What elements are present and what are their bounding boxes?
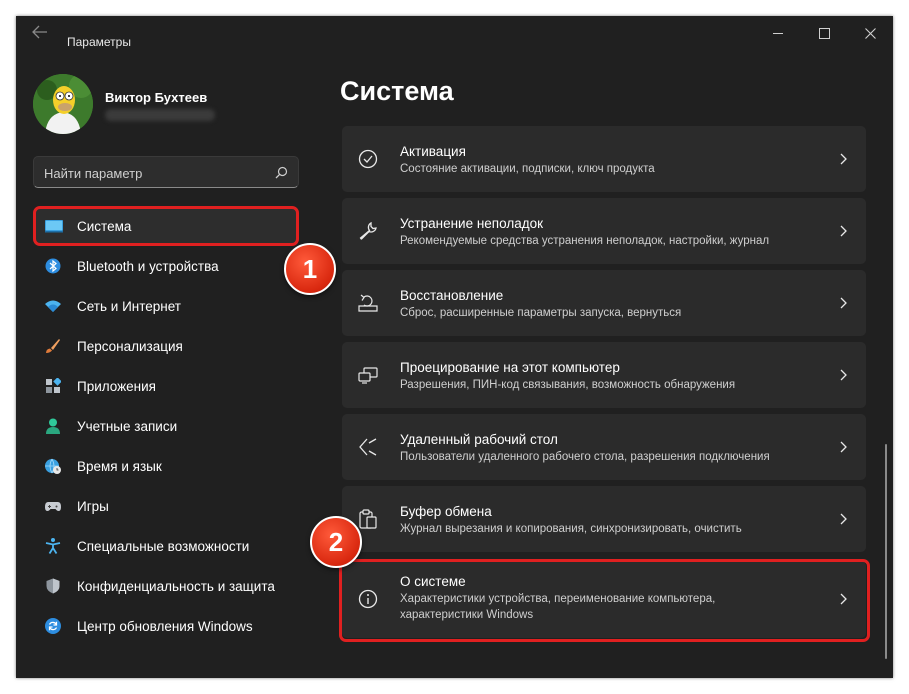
sidebar-item-label: Специальные возможности xyxy=(77,539,250,554)
profile-name: Виктор Бухтеев xyxy=(105,90,208,105)
card-recovery[interactable]: Восстановление Сброс, расширенные параме… xyxy=(342,270,866,336)
sidebar-item-label: Приложения xyxy=(77,379,156,394)
annotation-highlight-about xyxy=(339,559,870,642)
sidebar-item-apps[interactable]: Приложения xyxy=(33,368,299,404)
close-button[interactable] xyxy=(847,16,893,50)
check-circle-icon xyxy=(358,149,378,169)
sidebar-item-label: Конфиденциальность и защита xyxy=(77,579,275,594)
person-icon xyxy=(46,418,60,434)
close-icon xyxy=(864,27,876,39)
sidebar-item-bluetooth[interactable]: Bluetooth и устройства xyxy=(33,248,299,284)
bluetooth-icon xyxy=(45,258,61,274)
annotation-badge-2: 2 xyxy=(310,516,362,568)
settings-window: Параметры Виктор Бухтеев Найти параметр xyxy=(16,16,893,678)
chevron-right-icon xyxy=(840,369,847,381)
projection-icon xyxy=(358,367,378,384)
card-subtitle: Пользователи удаленного рабочего стола, … xyxy=(400,451,770,463)
sidebar-item-label: Bluetooth и устройства xyxy=(77,259,219,274)
card-subtitle: Журнал вырезания и копирования, синхрони… xyxy=(400,523,742,535)
remote-desktop-icon xyxy=(359,438,377,456)
maximize-button[interactable] xyxy=(801,16,847,50)
chevron-right-icon xyxy=(840,225,847,237)
app-title: Параметры xyxy=(67,35,131,49)
recovery-icon xyxy=(358,294,378,312)
sidebar-item-gaming[interactable]: Игры xyxy=(33,488,299,524)
card-clipboard[interactable]: Буфер обмена Журнал вырезания и копирова… xyxy=(342,486,866,552)
card-subtitle: Разрешения, ПИН-код связывания, возможно… xyxy=(400,379,736,391)
card-title: Восстановление xyxy=(400,288,504,303)
search-icon xyxy=(275,166,288,179)
chevron-right-icon xyxy=(840,153,847,165)
card-subtitle: Сброс, расширенные параметры запуска, ве… xyxy=(400,307,682,319)
sidebar-item-privacy[interactable]: Конфиденциальность и защита xyxy=(33,568,299,604)
gamepad-icon xyxy=(45,502,61,511)
sidebar-item-windows-update[interactable]: Центр обновления Windows xyxy=(33,608,299,644)
sidebar-item-label: Игры xyxy=(77,499,109,514)
sidebar-item-label: Персонализация xyxy=(77,339,183,354)
brush-icon xyxy=(46,339,60,353)
sidebar-item-network[interactable]: Сеть и Интернет xyxy=(33,288,299,324)
scrollbar[interactable] xyxy=(885,444,887,659)
page-title: Система xyxy=(340,76,454,106)
card-activation[interactable]: Активация Состояние активации, подписки,… xyxy=(342,126,866,192)
wifi-icon xyxy=(45,300,61,312)
chevron-right-icon xyxy=(840,441,847,453)
card-remote-desktop[interactable]: Удаленный рабочий стол Пользователи удал… xyxy=(342,414,866,480)
sidebar-item-accessibility[interactable]: Специальные возможности xyxy=(33,528,299,564)
card-troubleshoot[interactable]: Устранение неполадок Рекомендуемые средс… xyxy=(342,198,866,264)
clipboard-icon xyxy=(359,509,377,529)
sidebar-item-label: Учетные записи xyxy=(77,419,178,434)
title-bar: Параметры xyxy=(16,16,893,50)
card-title: Буфер обмена xyxy=(400,504,492,519)
shield-icon xyxy=(46,578,60,594)
minimize-button[interactable] xyxy=(755,16,801,50)
card-projection[interactable]: Проецирование на этот компьютер Разрешен… xyxy=(342,342,866,408)
accessibility-icon xyxy=(45,538,61,554)
sidebar-item-label: Время и язык xyxy=(77,459,162,474)
card-subtitle: Состояние активации, подписки, ключ прод… xyxy=(400,163,655,175)
card-title: Удаленный рабочий стол xyxy=(400,432,558,447)
search-placeholder: Найти параметр xyxy=(44,166,143,181)
globe-clock-icon xyxy=(45,458,61,474)
sidebar-item-personalization[interactable]: Персонализация xyxy=(33,328,299,364)
avatar[interactable] xyxy=(33,74,93,134)
sidebar-item-time-language[interactable]: Время и язык xyxy=(33,448,299,484)
wrench-icon xyxy=(359,221,377,240)
profile-email-blurred xyxy=(105,109,215,121)
apps-icon xyxy=(46,378,61,393)
minimize-icon xyxy=(773,32,783,34)
maximize-icon xyxy=(818,27,830,39)
card-subtitle: Рекомендуемые средства устранения непола… xyxy=(400,235,770,247)
chevron-right-icon xyxy=(840,297,847,309)
card-title: Активация xyxy=(400,144,466,159)
annotation-badge-1: 1 xyxy=(284,243,336,295)
sidebar-item-accounts[interactable]: Учетные записи xyxy=(33,408,299,444)
sidebar-item-label: Центр обновления Windows xyxy=(77,619,253,634)
card-title: Устранение неполадок xyxy=(400,216,544,231)
back-arrow-icon[interactable] xyxy=(32,25,50,41)
update-icon xyxy=(45,618,61,634)
search-input[interactable]: Найти параметр xyxy=(33,156,299,188)
annotation-highlight-system xyxy=(33,206,299,246)
card-title: Проецирование на этот компьютер xyxy=(400,360,620,375)
sidebar-item-label: Сеть и Интернет xyxy=(77,299,181,314)
chevron-right-icon xyxy=(840,513,847,525)
